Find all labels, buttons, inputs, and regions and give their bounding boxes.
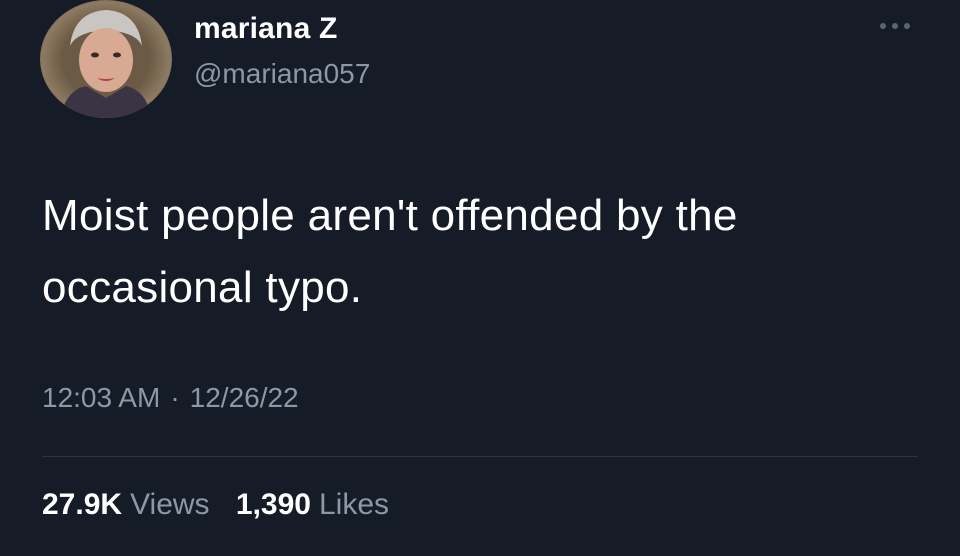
engagement-stats: 27.9K Views 1,390 Likes (42, 488, 407, 522)
avatar-image (40, 0, 172, 118)
views-label: Views (130, 488, 210, 521)
tweet-text: Moist people aren't offended by the occa… (42, 180, 922, 324)
tweet-card: mariana Z @mariana057 Moist people aren'… (0, 0, 960, 556)
tweet-text-line: occasional typo. (42, 263, 363, 312)
views-stat[interactable]: 27.9K Views (42, 488, 210, 521)
more-horizontal-icon[interactable] (876, 16, 914, 36)
tweet-time: 12:03 AM (42, 382, 161, 413)
tweet-text-line: Moist people aren't offended by the (42, 191, 738, 240)
divider (42, 456, 918, 457)
likes-label: Likes (318, 488, 390, 521)
separator-dot: · (170, 382, 180, 413)
views-count: 27.9K (42, 488, 123, 521)
tweet-date: 12/26/22 (189, 382, 299, 413)
likes-count: 1,390 (235, 488, 311, 521)
user-handle[interactable]: @mariana057 (194, 58, 370, 90)
avatar[interactable] (40, 0, 172, 118)
timestamp[interactable]: 12:03 AM · 12/26/22 (42, 382, 299, 414)
display-name[interactable]: mariana Z (194, 12, 338, 46)
likes-stat[interactable]: 1,390 Likes (236, 488, 389, 521)
